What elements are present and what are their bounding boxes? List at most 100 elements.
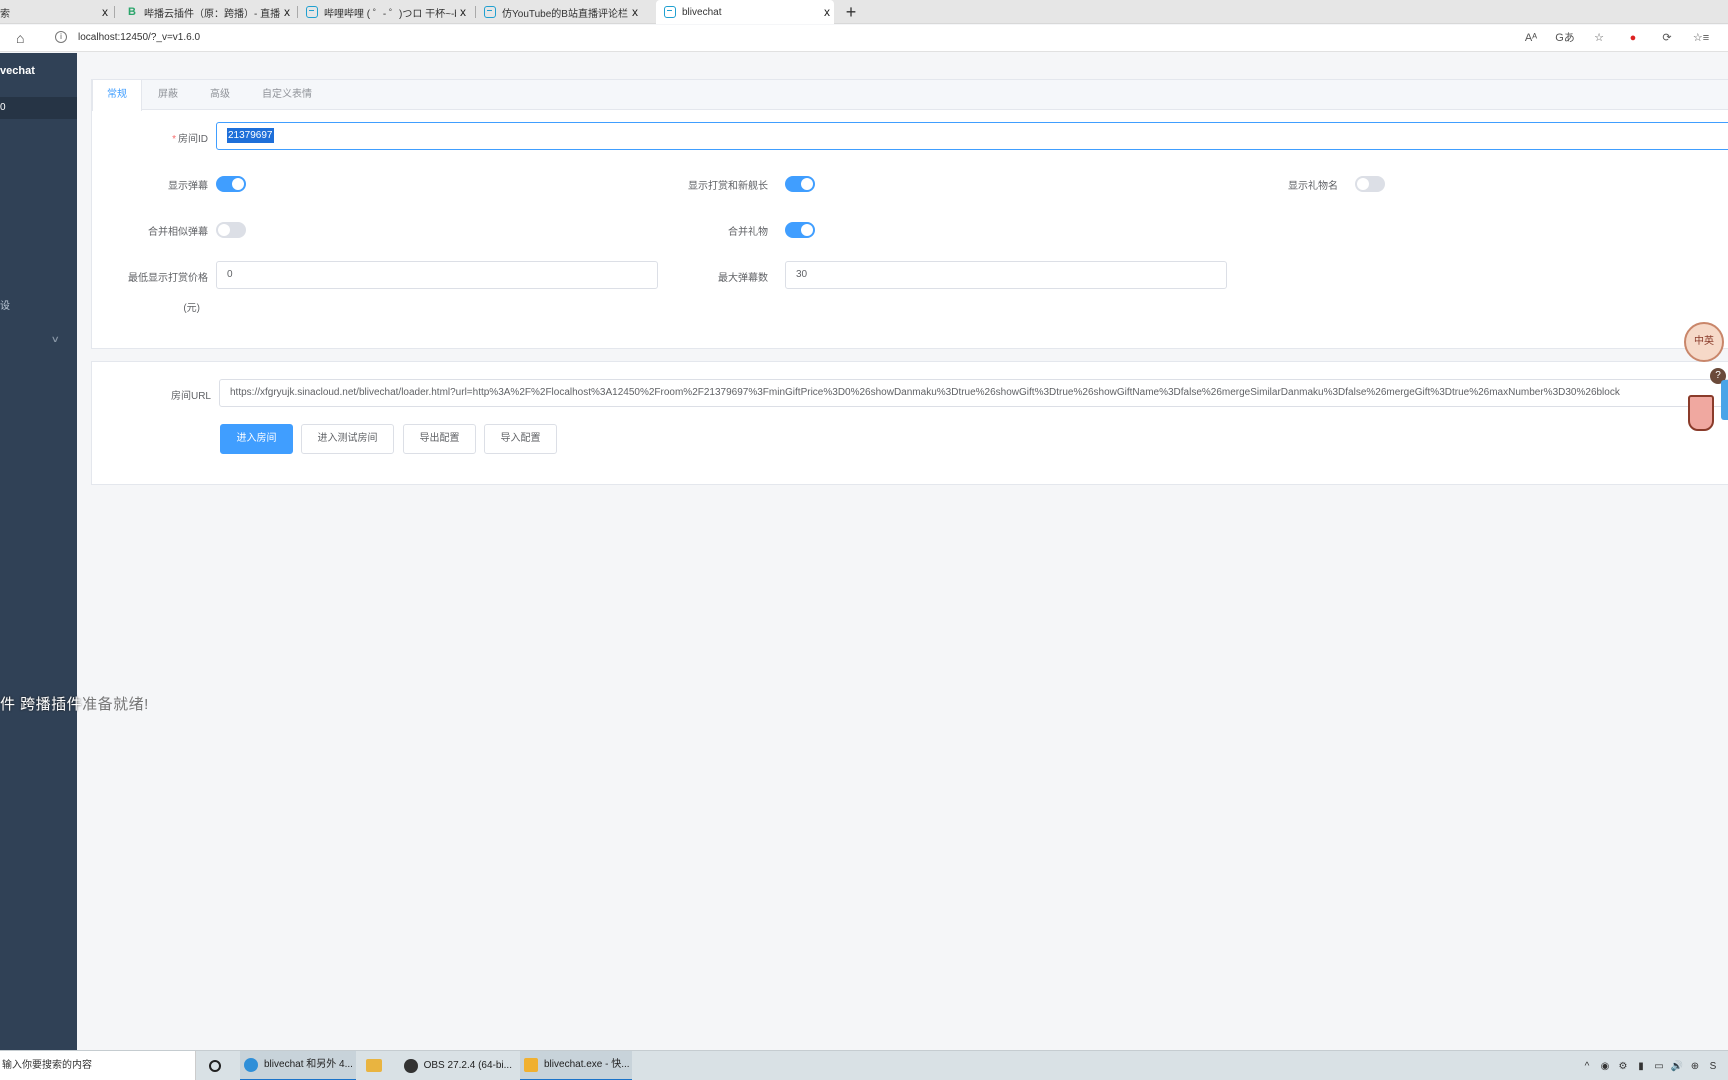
- taskbar-app-edge[interactable]: blivechat 和另外 4...: [240, 1051, 356, 1080]
- close-icon[interactable]: x: [280, 5, 294, 19]
- room-url-label: 房间URL: [170, 391, 211, 402]
- browser-tab-2[interactable]: B 哔播云插件（原：跨播）- 直播 x: [126, 0, 294, 24]
- bilibili-icon: [306, 6, 318, 18]
- min-price-input[interactable]: 0: [216, 261, 658, 289]
- language-icon[interactable]: ⊕: [1686, 1061, 1704, 1072]
- bubble-tea-icon[interactable]: [1688, 395, 1714, 431]
- taskbar-app-obs[interactable]: OBS 27.2.4 (64-bi...: [400, 1051, 512, 1080]
- network-icon[interactable]: ▭: [1650, 1061, 1668, 1072]
- side-panel-tab[interactable]: [1721, 380, 1728, 420]
- address-bar: ⌂ i localhost:12450/?_v=v1.6.0 Aᴬ Gあ ☆ ●…: [0, 25, 1728, 52]
- translate-icon[interactable]: Gあ: [1548, 29, 1582, 47]
- max-number-label: 最大弹幕数: [718, 273, 768, 284]
- tab-title: blivechat: [682, 6, 722, 18]
- import-config-button[interactable]: 导入配置: [484, 424, 557, 454]
- chevron-down-icon[interactable]: ∨: [51, 334, 60, 345]
- browser-actions: Aᴬ Gあ ☆ ● ⟳ ☆≡: [1514, 29, 1718, 47]
- config-card: 常规 屏蔽 高级 自定义表情 * 房间ID 21379697 显示弹幕 显示打赏和…: [91, 79, 1728, 349]
- overlay-message-a: 件 跨播插件: [0, 696, 83, 713]
- settings-icon[interactable]: ⚙: [1614, 1061, 1632, 1072]
- widget-text-a: 中: [1694, 336, 1704, 347]
- tab-title: 哔播云插件（原：跨播）- 直播: [144, 8, 280, 20]
- enter-room-button[interactable]: 进入房间: [220, 424, 293, 454]
- info-icon[interactable]: i: [55, 31, 67, 43]
- bilibili-icon: [484, 6, 496, 18]
- required-mark: *: [172, 134, 176, 145]
- close-icon[interactable]: x: [98, 5, 112, 19]
- tab-title: 哔哩哔哩 ( ゜- ゜)つロ 干杯~-bili: [324, 8, 456, 20]
- show-gift-switch[interactable]: [785, 176, 815, 192]
- new-tab-button[interactable]: +: [842, 2, 860, 22]
- export-config-button[interactable]: 导出配置: [403, 424, 476, 454]
- widget-text-b: 英: [1704, 336, 1714, 347]
- taskbar-app-label: OBS 27.2.4 (64-bi...: [423, 1060, 512, 1071]
- obs-icon: [404, 1059, 418, 1073]
- room-url-input[interactable]: https://xfgryujk.sinacloud.net/blivechat…: [219, 379, 1728, 407]
- sidebar: vechat 0 设 ∨: [0, 53, 77, 1050]
- browser-tab-3[interactable]: 哔哩哔哩 ( ゜- ゜)つロ 干杯~-bili x: [306, 0, 470, 24]
- merge-similar-switch[interactable]: [216, 222, 246, 238]
- min-price-unit: (元): [183, 303, 200, 314]
- close-icon[interactable]: x: [456, 5, 470, 19]
- show-gift-name-switch[interactable]: [1355, 176, 1385, 192]
- browser-tab-1[interactable]: 索 x: [0, 0, 112, 24]
- bilibili-icon: [664, 6, 676, 18]
- room-id-label-text: 房间ID: [178, 134, 208, 145]
- refresh-extension-icon[interactable]: ⟳: [1650, 29, 1684, 47]
- favorites-icon[interactable]: ☆≡: [1684, 29, 1718, 47]
- tab-title: 索: [0, 8, 10, 20]
- microphone-icon[interactable]: ▮: [1632, 1061, 1650, 1072]
- taskbar-app-label: blivechat 和另外 4...: [264, 1059, 353, 1070]
- url-field[interactable]: localhost:12450/?_v=v1.6.0: [78, 32, 200, 43]
- steam-icon[interactable]: ◉: [1596, 1061, 1614, 1072]
- show-danmaku-switch[interactable]: [216, 176, 246, 192]
- favorite-star-icon[interactable]: ☆: [1582, 29, 1616, 47]
- volume-icon[interactable]: 🔊: [1668, 1061, 1686, 1072]
- show-danmaku-label: 显示弹幕: [168, 181, 208, 192]
- translate-widget-icon[interactable]: 中英: [1684, 322, 1724, 362]
- close-icon[interactable]: x: [628, 5, 642, 19]
- overlay-message-b: 准备就绪!: [82, 696, 149, 713]
- merge-gift-switch[interactable]: [785, 222, 815, 238]
- room-url-card: 房间URL https://xfgryujk.sinacloud.net/bli…: [91, 361, 1728, 485]
- room-id-label: * 房间ID: [92, 130, 208, 145]
- tab-custom-emoji[interactable]: 自定义表情: [248, 80, 326, 110]
- sidebar-item-home[interactable]: 0: [0, 97, 77, 119]
- taskbar-app-label: blivechat.exe - 快...: [544, 1059, 630, 1070]
- merge-gift-label: 合并礼物: [728, 227, 768, 238]
- system-tray: ^ ◉ ⚙ ▮ ▭ 🔊 ⊕ S: [1578, 1051, 1722, 1080]
- tab-advanced[interactable]: 高级: [196, 80, 244, 110]
- close-icon[interactable]: x: [820, 5, 834, 19]
- taskbar: 输入你要搜索的内容 blivechat 和另外 4... OBS 27.2.4 …: [0, 1050, 1728, 1080]
- overlay-message: 件 跨播插件准备就绪!: [0, 693, 149, 714]
- room-id-input[interactable]: 21379697: [216, 122, 1728, 150]
- task-view-icon[interactable]: [209, 1060, 221, 1072]
- blivechat-exe-icon: [524, 1058, 538, 1072]
- config-tabs: 常规 屏蔽 高级 自定义表情: [92, 80, 1728, 111]
- tray-expand-icon[interactable]: ^: [1578, 1061, 1596, 1072]
- show-gift-name-label: 显示礼物名: [1288, 181, 1338, 192]
- edge-icon: [244, 1058, 258, 1072]
- extension-icon[interactable]: ●: [1616, 29, 1650, 47]
- max-number-input[interactable]: 30: [785, 261, 1227, 289]
- min-price-label: 最低显示打赏价格: [128, 273, 208, 284]
- home-icon[interactable]: ⌂: [16, 30, 24, 46]
- browser-tab-4[interactable]: 仿YouTube的B站直播评论栏插件 x: [484, 0, 642, 24]
- read-aloud-icon[interactable]: Aᴬ: [1514, 29, 1548, 47]
- file-explorer-icon[interactable]: [366, 1059, 382, 1072]
- merge-similar-label: 合并相似弹幕: [148, 227, 208, 238]
- browser-tab-strip: 索 x B 哔播云插件（原：跨播）- 直播 x 哔哩哔哩 ( ゜- ゜)つロ 干…: [0, 0, 1728, 24]
- input-method-icon[interactable]: S: [1704, 1061, 1722, 1072]
- taskbar-search-input[interactable]: 输入你要搜索的内容: [0, 1051, 196, 1080]
- taskbar-app-blivechat[interactable]: blivechat.exe - 快...: [520, 1051, 632, 1080]
- sidebar-item-settings[interactable]: 设: [0, 297, 10, 312]
- browser-tab-5[interactable]: blivechat x: [656, 0, 834, 24]
- tab-block[interactable]: 屏蔽: [144, 80, 192, 110]
- tab-general[interactable]: 常规: [92, 80, 142, 111]
- room-id-value: 21379697: [227, 128, 274, 143]
- green-b-icon: B: [128, 6, 136, 18]
- show-gift-label: 显示打赏和新舰长: [688, 181, 768, 192]
- enter-test-room-button[interactable]: 进入测试房间: [301, 424, 394, 454]
- tab-title: 仿YouTube的B站直播评论栏插件: [502, 8, 628, 20]
- app-title: vechat: [0, 65, 35, 77]
